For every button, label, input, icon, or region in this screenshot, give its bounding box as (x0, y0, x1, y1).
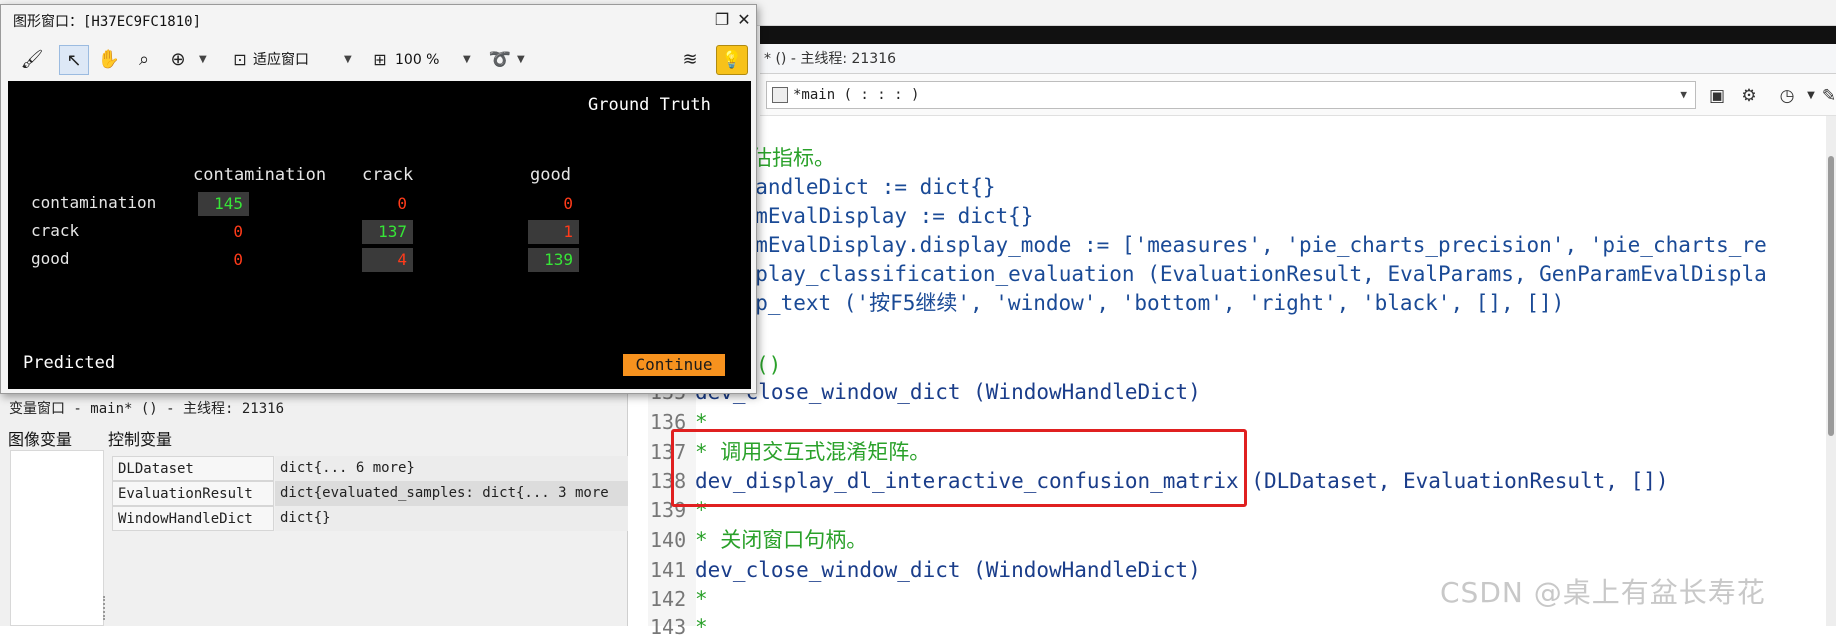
code-line[interactable]: () (756, 351, 781, 379)
code-line[interactable]: wHandleDict := dict{} (730, 173, 996, 201)
variable-name[interactable]: EvaluationResult (112, 481, 274, 506)
variable-name[interactable]: WindowHandleDict (112, 506, 274, 531)
code-editor[interactable]: 评估指标。 wHandleDict := dict{} ramEvalDispl… (695, 116, 1836, 639)
matrix-cell: 0 (397, 194, 407, 213)
variable-value[interactable]: dict{... 6 more} (275, 456, 628, 481)
draw-region-icon[interactable]: ➰ (487, 45, 513, 75)
chevron-down-icon[interactable]: ▼ (344, 45, 352, 75)
matrix-cell: 0 (233, 250, 243, 269)
editor-scrollbar[interactable] (1826, 116, 1836, 626)
code-line[interactable]: * 关闭窗口句柄。 (695, 526, 867, 554)
save-procedure-icon[interactable]: ▣ (1706, 85, 1728, 107)
pointer-icon[interactable]: ↖ (59, 45, 89, 75)
code-line[interactable]: * (695, 613, 708, 641)
chevron-down-icon[interactable]: ▼ (1680, 82, 1687, 108)
zoom-level-value[interactable]: 100 % (395, 45, 439, 75)
close-icon[interactable]: ✕ (734, 11, 754, 29)
predicted-label: Predicted (23, 353, 116, 373)
code-line[interactable]: ramEvalDisplay := dict{} (730, 202, 1033, 230)
pan-hand-icon[interactable]: ✋ (95, 45, 123, 75)
procedure-settings-icon[interactable]: ⚙ (1738, 85, 1760, 107)
column-header: good (530, 165, 571, 185)
variable-row-evaluationresult[interactable]: EvaluationResult dict{evaluated_samples:… (112, 481, 628, 507)
variable-name[interactable]: DLDataset (112, 456, 274, 481)
search-icon[interactable]: ⌕ (131, 45, 157, 75)
code-line[interactable]: isplay_classification_evaluation (Evalua… (730, 260, 1767, 288)
editor-scrollbar-thumb[interactable] (1828, 156, 1834, 436)
fit-window-icon[interactable]: ⊡ (229, 45, 251, 75)
variable-value[interactable]: dict{evaluated_samples: dict{... 3 more (275, 481, 628, 506)
zoom-in-icon[interactable]: ⊕ (165, 45, 191, 75)
row-header: crack (31, 221, 80, 240)
lightbulb-icon[interactable]: 💡 (716, 45, 748, 75)
column-header: crack (362, 165, 414, 185)
code-line[interactable]: isp_text ('按F5继续', 'window', 'bottom', '… (730, 289, 1564, 317)
matrix-cell: 137 (362, 220, 413, 244)
matrix-cell: 0 (233, 222, 243, 241)
image-variables-label[interactable]: 图像变量 (8, 426, 72, 450)
code-line[interactable]: * (695, 585, 708, 613)
code-line[interactable]: dev_close_window_dict (WindowHandleDict) (695, 378, 1201, 406)
image-variables-panel[interactable] (10, 450, 104, 626)
continue-button[interactable]: Continue (623, 354, 725, 376)
matrix-cell: 1 (528, 220, 579, 244)
code-line[interactable]: dev_close_window_dict (WindowHandleDict) (695, 556, 1201, 584)
line-number: 143 (650, 615, 687, 639)
procedure-icon (772, 87, 788, 103)
variable-value[interactable]: dict{} (275, 506, 628, 531)
graphics-toolbar: 🖌 ↖ ✋ ⌕ ⊕ ▼ ⊡ 适应窗口 ▼ ⊞ 100 % ▼ ➰ ▼ ≋ 💡 (7, 39, 752, 81)
matrix-cell: 139 (528, 248, 579, 272)
graphics-window: 图形窗口：[H37EC9FC1810] ❐ ✕ 🖌 ↖ ✋ ⌕ ⊕ ▼ ⊡ 适应… (0, 4, 757, 394)
fit-window-label[interactable]: 适应窗口 (253, 45, 309, 75)
variable-row-windowhandledict[interactable]: WindowHandleDict dict{} (112, 506, 628, 532)
line-number: 142 (650, 587, 687, 611)
graphics-canvas[interactable]: Ground Truth contamination crack good co… (8, 81, 751, 389)
column-header: contamination (193, 165, 327, 185)
layers-icon[interactable]: ≋ (677, 45, 703, 75)
line-number: 141 (650, 558, 687, 582)
editor-header-band (760, 26, 1836, 44)
code-line[interactable]: ramEvalDisplay.display_mode := ['measure… (730, 231, 1767, 259)
brush-icon[interactable]: 🖌 (19, 45, 45, 75)
editor-title-bar: * () - 主线程: 21316 (760, 44, 1836, 74)
chevron-down-icon[interactable]: ▼ (199, 45, 207, 75)
variable-window: 变量窗口 - main* () - 主线程: 21316 图像变量 控制变量 D… (0, 394, 628, 626)
matrix-cell: 0 (563, 194, 573, 213)
row-header: contamination (31, 193, 157, 212)
splitter-grip[interactable] (103, 596, 109, 620)
editor-title: * () - 主线程: 21316 (764, 51, 897, 67)
ground-truth-label: Ground Truth (588, 95, 711, 115)
procedure-select[interactable]: *main ( : : : ) ▼ (766, 81, 1696, 109)
procedure-name: *main ( : : : ) (793, 87, 920, 103)
line-number: 140 (650, 528, 687, 552)
matrix-cell: 145 (198, 192, 249, 216)
clear-icon[interactable]: ✎ (1818, 85, 1836, 107)
watermark: CSDN @桌上有盆长寿花 (1440, 576, 1766, 609)
restore-window-icon[interactable]: ❐ (712, 11, 732, 29)
control-variables-label[interactable]: 控制变量 (108, 426, 172, 450)
annotation-highlight-box (671, 429, 1247, 507)
graphics-window-title: 图形窗口：[H37EC9FC1810] (13, 14, 202, 30)
chevron-down-icon[interactable]: ▼ (463, 45, 471, 75)
stopwatch-icon[interactable]: ◷ (1776, 85, 1798, 107)
variable-window-title: 变量窗口 - main* () - 主线程: 21316 (9, 401, 285, 417)
chevron-down-icon[interactable]: ▼ (517, 45, 525, 75)
variable-row-dldataset[interactable]: DLDataset dict{... 6 more} (112, 456, 628, 482)
matrix-cell: 4 (362, 248, 413, 272)
row-header: good (31, 249, 70, 268)
zoom-level-icon[interactable]: ⊞ (369, 45, 391, 75)
editor-toolbar: *main ( : : : ) ▼ ▣ ⚙ ◷ ▼ ✎ (760, 74, 1836, 116)
